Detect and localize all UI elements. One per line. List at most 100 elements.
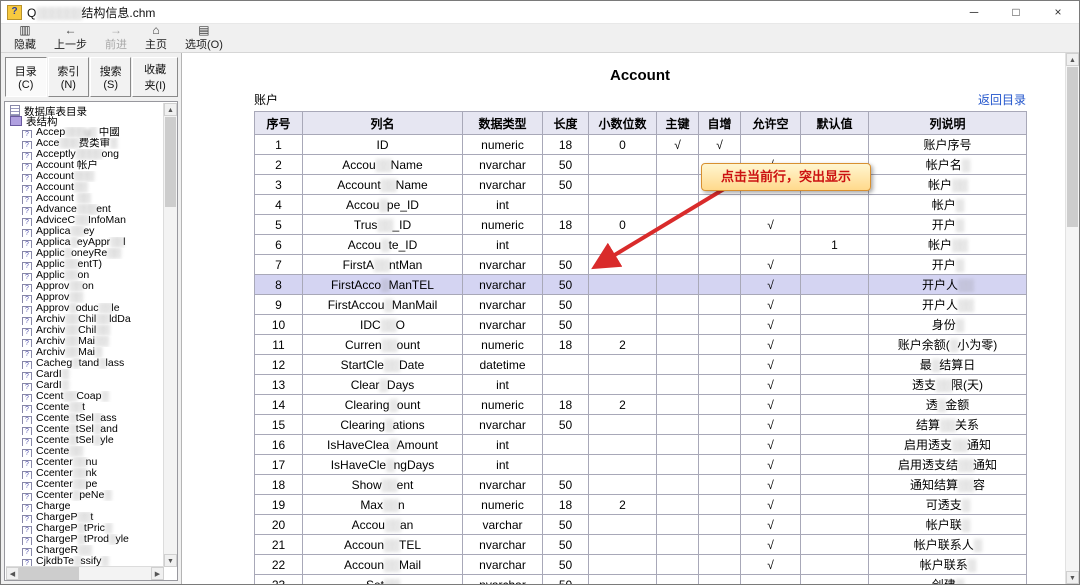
- tree-item[interactable]: ?Archiv▒▒Chil▒▒ldDa: [6, 314, 164, 325]
- tree-item[interactable]: ?ChargeP▒tPric▒: [6, 523, 164, 534]
- tree-item[interactable]: ?Approv▒▒: [6, 292, 164, 303]
- table-row[interactable]: 11Curren▒▒ountnumeric182√账户余额(▒小为零): [255, 335, 1027, 355]
- scrollbar-thumb[interactable]: [19, 567, 79, 580]
- back-to-contents-link[interactable]: 返回目录: [978, 91, 1026, 108]
- table-row[interactable]: 9FirstAccou▒ManMailnvarchar50√开户人▒▒: [255, 295, 1027, 315]
- help-topic-icon: ?: [22, 328, 32, 336]
- tab-contents[interactable]: 目录(C): [5, 57, 47, 97]
- table-cell: [801, 435, 869, 455]
- table-row[interactable]: 18Show▒▒entnvarchar50√通知结算▒▒容: [255, 475, 1027, 495]
- table-row[interactable]: 19Max▒▒nnumeric182√可透支▒: [255, 495, 1027, 515]
- options-button[interactable]: ▤ 选项(O): [176, 24, 232, 52]
- table-row[interactable]: 2Accou▒▒Namenvarchar50√帐户名▒: [255, 155, 1027, 175]
- tree-item[interactable]: ?Applic▒▒entT): [6, 259, 164, 270]
- table-row[interactable]: 17IsHaveCle▒ngDaysint√启用透支结▒▒通知: [255, 455, 1027, 475]
- table-row[interactable]: 22Accoun▒▒Mailnvarchar50√帐户联系▒: [255, 555, 1027, 575]
- tree-item[interactable]: ?Ccente▒▒t: [6, 402, 164, 413]
- tree-item[interactable]: ?AdviceC▒▒InfoMan: [6, 215, 164, 226]
- tree-item[interactable]: ?Cacheg▒tand▒lass: [6, 358, 164, 369]
- tree-item[interactable]: ?Ccente▒▒: [6, 446, 164, 457]
- tree-item[interactable]: ?Ccente▒tSel▒yle: [6, 435, 164, 446]
- tree-item[interactable]: ?Approv▒oduc▒▒le: [6, 303, 164, 314]
- table-row[interactable]: 8FirstAcco▒ManTELnvarchar50√开户人▒▒: [255, 275, 1027, 295]
- minimize-button[interactable]: ─: [953, 1, 995, 23]
- toolbar: ▥ 隐藏 ← 上一步 → 前进 ⌂ 主页 ▤ 选项(O): [1, 24, 1079, 53]
- table-cell: 9: [255, 295, 303, 315]
- tree-scroll-area: 数据库表目录 表结构 ?Accep▒▒▒g▒ 中國?Acce▒▒▒费类审▒?Ac…: [6, 103, 164, 567]
- tree-item[interactable]: ?Approv▒▒on: [6, 281, 164, 292]
- tree-item[interactable]: ?Applic▒oneyRe▒▒: [6, 248, 164, 259]
- scroll-up-icon[interactable]: ▲: [164, 103, 177, 116]
- table-row[interactable]: 3Account▒▒Namenvarchar50√帐户▒▒: [255, 175, 1027, 195]
- tree-item[interactable]: ?Applic▒▒on: [6, 270, 164, 281]
- tab-favorites[interactable]: 收藏夹(I): [132, 57, 178, 97]
- tree-item[interactable]: ?CardI▒: [6, 369, 164, 380]
- table-row[interactable]: 16IsHaveClea▒Amountint√启用透支▒▒通知: [255, 435, 1027, 455]
- tree-item[interactable]: ?Applica▒eyAppr▒▒l: [6, 237, 164, 248]
- table-row[interactable]: 4Accou▒pe_IDint帐户▒: [255, 195, 1027, 215]
- tree-item[interactable]: ?ChargeP▒▒t: [6, 512, 164, 523]
- tree-root-table-structure[interactable]: 表结构: [6, 116, 164, 127]
- tree-vertical-scrollbar[interactable]: ▲ ▼: [163, 103, 177, 567]
- tree-item[interactable]: ?Ccente▒tSel▒and: [6, 424, 164, 435]
- table-row[interactable]: 23Set▒▒nvarchar50创建▒: [255, 575, 1027, 585]
- scrollbar-thumb[interactable]: [165, 117, 176, 207]
- table-row[interactable]: 12StartCle▒▒Datedatetime√最▒结算日: [255, 355, 1027, 375]
- tree-item[interactable]: ?Ccenter▒▒pe: [6, 479, 164, 490]
- tab-search[interactable]: 搜索(S): [90, 57, 131, 97]
- table-row[interactable]: 5Trus▒▒_IDnumeric180√开户▒: [255, 215, 1027, 235]
- tree-item[interactable]: ?Ccent▒▒Coap▒: [6, 391, 164, 402]
- tree-item[interactable]: ?Ccenter▒peNe▒: [6, 490, 164, 501]
- table-row[interactable]: 6Accou▒te_IDint1帐户▒▒: [255, 235, 1027, 255]
- tree-item[interactable]: ?Accep▒▒▒g▒ 中國: [6, 127, 164, 138]
- tree-item[interactable]: ?ChargeR▒▒: [6, 545, 164, 556]
- scroll-down-icon[interactable]: ▼: [164, 554, 177, 567]
- tree-item[interactable]: ?Account 帐户: [6, 160, 164, 171]
- tree-item[interactable]: ?Archiv▒▒Mai▒: [6, 347, 164, 358]
- tab-index[interactable]: 索引(N): [48, 57, 90, 97]
- maximize-button[interactable]: □: [995, 1, 1037, 23]
- table-row[interactable]: 21Accoun▒▒TELnvarchar50√帐户联系人▒: [255, 535, 1027, 555]
- scroll-right-icon[interactable]: ▶: [151, 567, 164, 580]
- content-vertical-scrollbar[interactable]: ▲ ▼: [1065, 53, 1079, 584]
- table-row[interactable]: 10IDC▒▒Onvarchar50√身份▒: [255, 315, 1027, 335]
- tree-item[interactable]: ?Acceptly▒▒▒▒ong: [6, 149, 164, 160]
- tree-item[interactable]: ?Charge: [6, 501, 164, 512]
- forward-button[interactable]: → 前进: [96, 24, 136, 52]
- table-row[interactable]: 14Clearing▒ountnumeric182√透▒金额: [255, 395, 1027, 415]
- table-row[interactable]: 1IDnumeric180√√账户序号: [255, 135, 1027, 155]
- table-row[interactable]: 20Accou▒▒anvarchar50√帐户联▒: [255, 515, 1027, 535]
- tree-item[interactable]: ?Ccenter▒▒nk: [6, 468, 164, 479]
- table-cell: 3: [255, 175, 303, 195]
- tree-item[interactable]: ?Applica▒▒ey: [6, 226, 164, 237]
- tree-item[interactable]: ?Account▒▒: [6, 182, 164, 193]
- tree-item[interactable]: ?CardI▒: [6, 380, 164, 391]
- table-cell: 21: [255, 535, 303, 555]
- tree-item[interactable]: ?Acce▒▒▒费类审▒: [6, 138, 164, 149]
- tree-item[interactable]: ?Ccenter▒▒nu: [6, 457, 164, 468]
- scrollbar-thumb[interactable]: [1067, 67, 1078, 227]
- tree-horizontal-scrollbar[interactable]: ◀ ▶: [6, 566, 164, 580]
- tree-root-database-directory[interactable]: 数据库表目录: [6, 105, 164, 116]
- table-row[interactable]: 15Clearing▒ationsnvarchar50√结算▒▒关系: [255, 415, 1027, 435]
- tree-item[interactable]: ?Ccente▒tSel▒ass: [6, 413, 164, 424]
- table-cell: FirstAcco▒ManTEL: [303, 275, 463, 295]
- table-row[interactable]: 13Clear▒Daysint√透支▒▒限(天): [255, 375, 1027, 395]
- tree-item[interactable]: ?Account▒▒▒: [6, 171, 164, 182]
- table-row[interactable]: 7FirstA▒▒ntMannvarchar50√开户▒: [255, 255, 1027, 275]
- scroll-up-icon[interactable]: ▲: [1066, 53, 1079, 66]
- tree-item[interactable]: ?Archiv▒▒Mai▒▒: [6, 336, 164, 347]
- table-cell: 透▒金额: [869, 395, 1027, 415]
- tree-item[interactable]: ?Advance▒▒▒ent: [6, 204, 164, 215]
- hide-button[interactable]: ▥ 隐藏: [5, 24, 45, 52]
- close-button[interactable]: ×: [1037, 1, 1079, 23]
- column-header: 主键: [657, 112, 699, 135]
- tree-item[interactable]: ?Archiv▒▒Chil▒▒: [6, 325, 164, 336]
- scroll-down-icon[interactable]: ▼: [1066, 571, 1079, 584]
- scroll-left-icon[interactable]: ◀: [6, 567, 19, 580]
- tree-item[interactable]: ?Account ▒▒: [6, 193, 164, 204]
- scrollbar-track[interactable]: [19, 567, 151, 580]
- home-button[interactable]: ⌂ 主页: [136, 24, 176, 52]
- tree-item[interactable]: ?ChargeP▒tProd▒yle: [6, 534, 164, 545]
- back-button[interactable]: ← 上一步: [45, 24, 96, 52]
